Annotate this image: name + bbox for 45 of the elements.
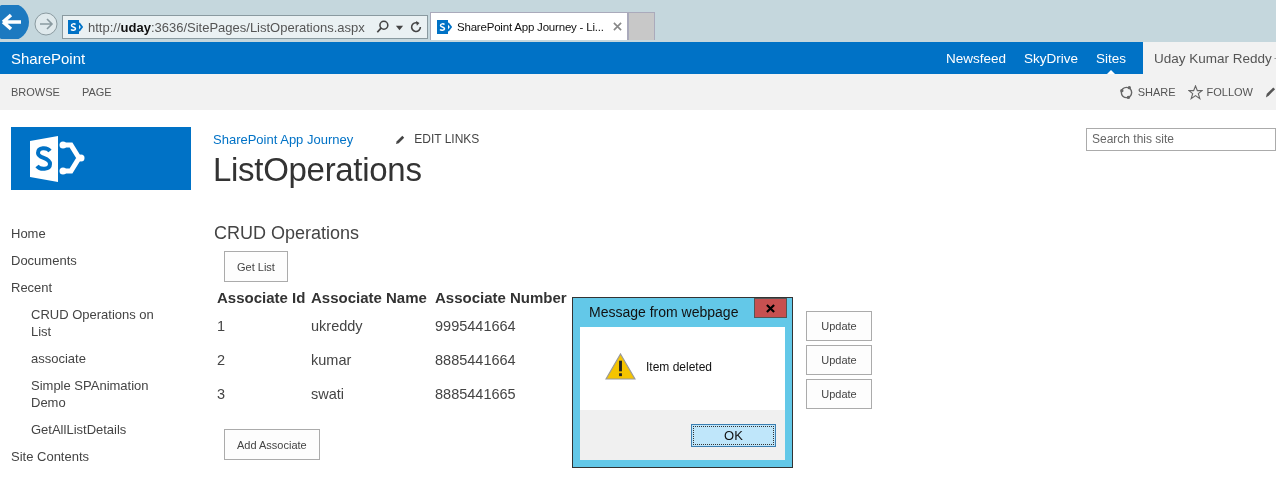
page-title: ListOperations [213, 150, 423, 190]
site-link[interactable]: SharePoint App Journey [213, 131, 354, 147]
suite-link[interactable]: Sites [1087, 42, 1135, 74]
nav-link[interactable]: Simple SPAnimation Demo [0, 372, 161, 416]
ribbon-action[interactable]: FOLLOW [1187, 84, 1253, 100]
nav-link[interactable]: Documents [0, 247, 213, 274]
ok-button[interactable]: OK [691, 423, 776, 447]
user-menu[interactable]: Uday Kumar Reddy [1143, 42, 1276, 74]
suite-link[interactable]: SkyDrive [1014, 42, 1087, 74]
add-associate-button[interactable]: Add Associate [224, 429, 320, 460]
ribbon-tab[interactable]: PAGE [81, 86, 112, 98]
nav-link[interactable]: Home [0, 220, 213, 247]
suite-link[interactable]: Newsfeed [936, 42, 1015, 74]
column-header: Associate Name [311, 288, 428, 308]
table-cell-text: 3 [217, 385, 227, 404]
dialog-message: Item deleted [646, 359, 713, 374]
brand-name: SharePoint [11, 49, 86, 67]
table-cell-text: swati [311, 385, 346, 404]
nav-link[interactable]: Site Contents [0, 443, 213, 470]
column-header: Associate Id [217, 288, 307, 308]
get-list-button[interactable]: Get List [224, 251, 288, 282]
column-header: Associate Number [435, 288, 568, 308]
table-cell-text: 1 [217, 317, 227, 336]
address-bar[interactable]: http://uday:3636/SitePages/ListOperations.aspx [62, 15, 428, 39]
nav-link[interactable]: Recent [0, 274, 213, 301]
nav-link[interactable]: CRUD Operations on List [0, 301, 161, 345]
browser-tab[interactable]: SharePoint App Journey - Li... [430, 12, 628, 40]
table-cell-text: 2 [217, 351, 227, 370]
update-button[interactable]: Update [806, 345, 872, 375]
nav-link[interactable]: GetAllListDetails [0, 416, 161, 443]
edit-links-button[interactable]: EDIT LINKS [395, 132, 480, 146]
table-cell-text: kumar [311, 351, 353, 370]
ribbon-tab[interactable]: BROWSE [11, 86, 60, 98]
update-button[interactable]: Update [806, 379, 872, 409]
table-cell-text: 8885441665 [435, 385, 517, 404]
search-field[interactable]: Search this site [1086, 127, 1276, 151]
dialog-title: Message from webpage [589, 304, 739, 320]
table-cell-text: ukreddy [311, 317, 364, 336]
update-button[interactable]: Update [806, 311, 872, 341]
table-cell-text: 9995441664 [435, 317, 517, 336]
table-cell-text: 8885441664 [435, 351, 517, 370]
url-text: http://uday:3636/SitePages/ListOperations.aspx [88, 19, 366, 35]
ribbon-action[interactable]: SHARE [1118, 84, 1176, 100]
nav-link[interactable]: associate [0, 345, 161, 372]
section-heading: CRUD Operations [214, 222, 361, 245]
